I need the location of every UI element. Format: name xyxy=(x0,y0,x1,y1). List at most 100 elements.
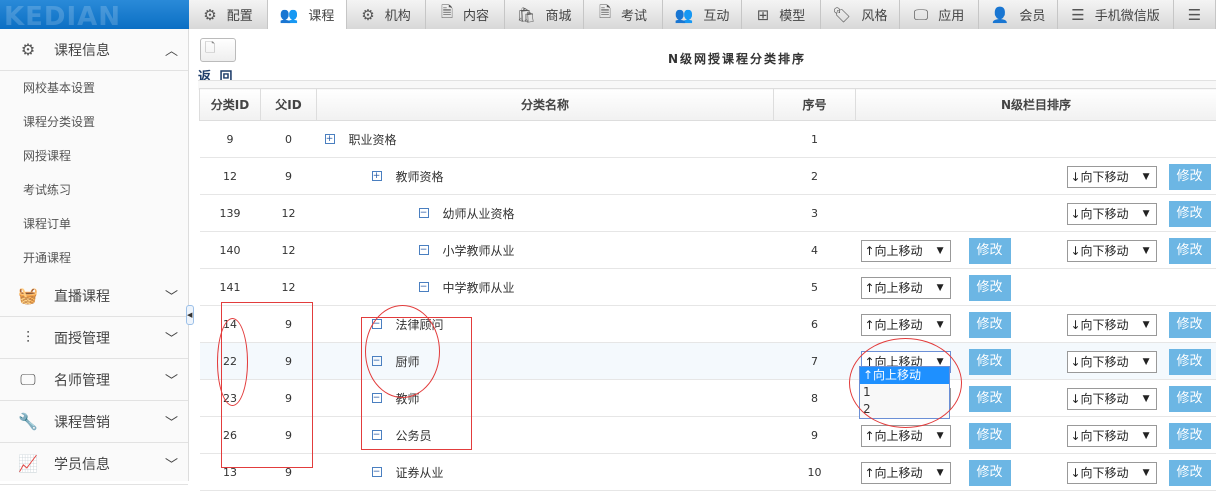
sidebar-item[interactable]: 课程分类设置 xyxy=(0,105,188,139)
tab-10[interactable]: 👤会员 xyxy=(979,0,1058,29)
category-name: 幼师从业资格 xyxy=(443,207,515,221)
tab-1[interactable]: 👥课程 xyxy=(268,0,347,29)
edit-down-button[interactable]: 修改 xyxy=(1169,238,1211,264)
move-down-select[interactable]: ↓向下移动▼ xyxy=(1067,314,1157,336)
collapse-icon[interactable]: − xyxy=(372,356,382,366)
sidebar-section-label: 课程营销 xyxy=(54,412,110,432)
sidebar-item[interactable]: 课程订单 xyxy=(0,207,188,241)
sidebar-section[interactable]: 🔧课程营销﹀ xyxy=(0,401,188,443)
tab-5[interactable]: 🗎考试 xyxy=(584,0,663,29)
sidebar-section[interactable]: 🧺直播课程﹀ xyxy=(0,275,188,317)
collapse-icon[interactable]: − xyxy=(372,319,382,329)
add-document-icon: 🗋 xyxy=(205,41,215,56)
dropdown-option[interactable]: 2 xyxy=(860,401,949,418)
dropdown-arrow-icon: ▼ xyxy=(1143,463,1150,483)
collapse-icon[interactable]: − xyxy=(372,467,382,477)
dropdown-arrow-icon: ▼ xyxy=(1143,241,1150,261)
tab-9[interactable]: 🖵应用 xyxy=(900,0,979,29)
collapse-icon[interactable]: − xyxy=(419,282,429,292)
logo[interactable]: KEDIAN EDU xyxy=(0,0,189,29)
dropdown-arrow-icon: ▼ xyxy=(937,241,944,261)
category-name: 职业资格 xyxy=(349,133,397,147)
table-row: 269−公务员9↑向上移动▼修改↓向下移动▼修改 xyxy=(200,417,1216,454)
move-up-select[interactable]: ↑向上移动▼ xyxy=(861,425,951,447)
tab-12[interactable]: ☰ xyxy=(1174,0,1216,29)
tab-8[interactable]: 🏷风格 xyxy=(821,0,900,29)
category-name: 中学教师从业 xyxy=(443,281,515,295)
sidebar-collapse-toggle[interactable]: ◀ xyxy=(186,305,194,325)
cell-order: 2 xyxy=(774,158,856,195)
expand-icon[interactable]: + xyxy=(372,171,382,181)
chevron-down-icon: ﹀ xyxy=(165,454,178,473)
collapse-icon[interactable]: − xyxy=(419,245,429,255)
collapse-icon[interactable]: − xyxy=(372,430,382,440)
move-up-label: ↑向上移动 xyxy=(865,318,923,332)
tab-0[interactable]: ⚙配置 xyxy=(189,0,268,29)
chevron-down-icon: ﹀ xyxy=(165,286,178,305)
edit-down-button[interactable]: 修改 xyxy=(1169,386,1211,412)
move-down-label: ↓向下移动 xyxy=(1071,207,1129,221)
edit-up-button[interactable]: 修改 xyxy=(969,238,1011,264)
move-up-select[interactable]: ↑向上移动▼ xyxy=(861,240,951,262)
move-down-select[interactable]: ↓向下移动▼ xyxy=(1067,351,1157,373)
move-down-select[interactable]: ↓向下移动▼ xyxy=(1067,203,1157,225)
edit-down-button[interactable]: 修改 xyxy=(1169,201,1211,227)
tab-11[interactable]: ☰手机微信版 xyxy=(1058,0,1174,29)
sidebar-item[interactable]: 网授课程 xyxy=(0,139,188,173)
sidebar-section[interactable]: 🖵名师管理﹀ xyxy=(0,359,188,401)
collapse-icon[interactable]: − xyxy=(419,208,429,218)
edit-up-button[interactable]: 修改 xyxy=(969,275,1011,301)
move-up-select[interactable]: ↑向上移动▼ xyxy=(861,277,951,299)
sidebar-item[interactable]: 考试练习 xyxy=(0,173,188,207)
move-down-select[interactable]: ↓向下移动▼ xyxy=(1067,166,1157,188)
document-icon: 🗎 xyxy=(441,2,453,27)
table-row: 239−教师8↑向上移动▼修改↓向下移动▼修改 xyxy=(200,380,1216,417)
dropdown-arrow-icon: ▼ xyxy=(937,315,944,335)
dropdown-option[interactable]: ↑向上移动 xyxy=(860,367,949,384)
edit-down-button[interactable]: 修改 xyxy=(1169,460,1211,486)
sidebar-section[interactable]: ⫶面授管理﹀ xyxy=(0,317,188,359)
tab-2[interactable]: ⚙机构 xyxy=(347,0,426,29)
edit-down-button[interactable]: 修改 xyxy=(1169,312,1211,338)
edit-down-button[interactable]: 修改 xyxy=(1169,423,1211,449)
sidebar-section[interactable]: 📈学员信息﹀ xyxy=(0,443,188,485)
header-sort: N级栏目排序 xyxy=(856,89,1216,121)
tab-3[interactable]: 🗎内容 xyxy=(426,0,505,29)
edit-up-button[interactable]: 修改 xyxy=(969,349,1011,375)
sidebar-section-label: 面授管理 xyxy=(54,328,110,348)
edit-up-button[interactable]: 修改 xyxy=(969,312,1011,338)
cell-order: 3 xyxy=(774,195,856,232)
move-down-select[interactable]: ↓向下移动▼ xyxy=(1067,425,1157,447)
move-down-select[interactable]: ↓向下移动▼ xyxy=(1067,388,1157,410)
chevron-down-icon: ﹀ xyxy=(165,328,178,347)
move-down-label: ↓向下移动 xyxy=(1071,355,1129,369)
tab-4[interactable]: 🛍商城 xyxy=(505,0,584,29)
cell-name: −小学教师从业 xyxy=(317,232,774,269)
table-row: 14112−中学教师从业5↑向上移动▼修改 xyxy=(200,269,1216,306)
tab-label: 配置 xyxy=(227,5,253,24)
page-title: N级网授课程分类排序 xyxy=(668,50,806,67)
move-up-dropdown-list[interactable]: ↑向上移动12 xyxy=(859,366,950,419)
dropdown-option[interactable]: 1 xyxy=(860,384,949,401)
sidebar-section-course-info[interactable]: ⚙ 课程信息 ︿ xyxy=(0,29,188,71)
tab-6[interactable]: 👥互动 xyxy=(663,0,742,29)
edit-up-button[interactable]: 修改 xyxy=(969,423,1011,449)
edit-up-button[interactable]: 修改 xyxy=(969,386,1011,412)
move-down-select[interactable]: ↓向下移动▼ xyxy=(1067,240,1157,262)
cell-order: 9 xyxy=(774,417,856,454)
edit-down-button[interactable]: 修改 xyxy=(1169,349,1211,375)
move-up-select[interactable]: ↑向上移动 ▼ xyxy=(861,314,951,336)
add-button[interactable]: 🗋 xyxy=(200,38,236,62)
cell-order: 6 xyxy=(774,306,856,343)
edit-down-button[interactable]: 修改 xyxy=(1169,164,1211,190)
tab-7[interactable]: ⊞模型 xyxy=(742,0,821,29)
expand-icon[interactable]: + xyxy=(325,134,335,144)
move-down-label: ↓向下移动 xyxy=(1071,429,1129,443)
edit-up-button[interactable]: 修改 xyxy=(969,460,1011,486)
sidebar-section-label: 名师管理 xyxy=(54,370,110,390)
dropdown-arrow-icon: ▼ xyxy=(937,463,944,483)
sidebar-item[interactable]: 开通课程 xyxy=(0,241,188,275)
collapse-icon[interactable]: − xyxy=(372,393,382,403)
sidebar-section-label: 学员信息 xyxy=(54,454,110,474)
sidebar-item[interactable]: 网校基本设置 xyxy=(0,71,188,105)
